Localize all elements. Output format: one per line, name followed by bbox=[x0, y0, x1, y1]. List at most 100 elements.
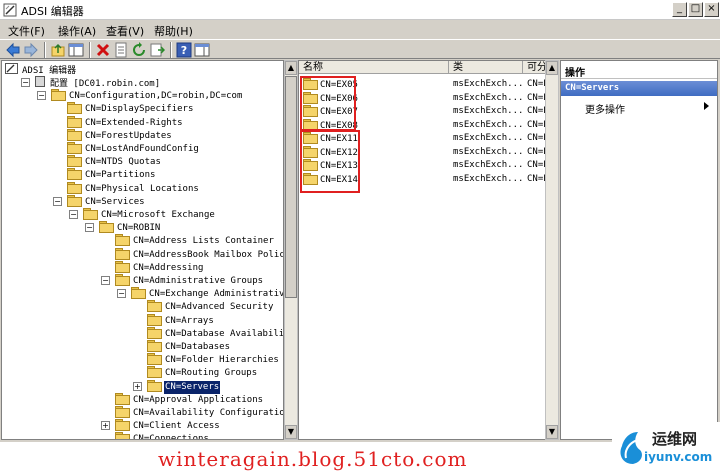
tree-node-label: CN=Servers bbox=[164, 380, 221, 394]
folder-icon bbox=[147, 366, 162, 379]
folder-icon bbox=[147, 340, 162, 352]
folder-icon bbox=[115, 274, 130, 286]
tree-node[interactable]: CN=AddressBook Mailbox Policies bbox=[115, 247, 283, 261]
tree-node[interactable]: CN=Exchange Administrative Gro bbox=[131, 287, 283, 300]
tree-node[interactable]: CN=Arrays bbox=[147, 313, 215, 327]
tree-node-label: CN=Address Lists Container bbox=[133, 236, 274, 247]
toolbar-separator bbox=[170, 42, 172, 58]
scroll-down-icon[interactable]: ▼ bbox=[546, 425, 558, 439]
show-hide-action-pane-icon[interactable] bbox=[194, 42, 210, 58]
logo-text-cn: 运维网 bbox=[652, 430, 698, 448]
tree-node[interactable]: CN=LostAndFoundConfig bbox=[67, 142, 200, 155]
tree-node[interactable]: CN=Advanced Security bbox=[147, 300, 274, 313]
collapse-icon[interactable]: − bbox=[21, 78, 30, 87]
tree-node-label: CN=Arrays bbox=[165, 315, 214, 326]
submenu-arrow-icon[interactable] bbox=[704, 102, 709, 110]
tree-pane[interactable]: ADSI 编辑器 − 配置 [DC01.robin.com] − CN=Configu… bbox=[1, 60, 284, 440]
tree-node-label: CN=Routing Groups bbox=[165, 368, 258, 379]
scroll-up-icon[interactable]: ▲ bbox=[546, 61, 558, 75]
toolbar-separator bbox=[44, 42, 46, 58]
list-cell-dn: CN=EXC bbox=[527, 92, 547, 103]
tree-node[interactable]: CN=Extended-Rights bbox=[67, 115, 184, 129]
highlight-box-group-2 bbox=[300, 130, 360, 193]
tree-node[interactable]: CN=Client Access bbox=[115, 419, 221, 432]
collapse-icon[interactable]: − bbox=[117, 289, 126, 299]
actions-section-servers[interactable]: CN=Servers bbox=[561, 81, 717, 96]
minimize-button[interactable]: _ bbox=[672, 2, 687, 17]
scroll-up-icon[interactable]: ▲ bbox=[285, 61, 297, 75]
tree-node[interactable]: CN=Folder Hierarchies bbox=[147, 353, 280, 366]
tree-node-label: CN=Database Availability Gr bbox=[165, 328, 284, 339]
collapse-icon[interactable]: − bbox=[37, 91, 46, 101]
tree-node[interactable]: CN=Databases bbox=[147, 340, 231, 353]
help-icon[interactable]: ? bbox=[176, 42, 192, 58]
back-icon[interactable] bbox=[5, 42, 21, 58]
collapse-icon[interactable]: − bbox=[53, 196, 62, 206]
scroll-thumb[interactable] bbox=[285, 76, 297, 298]
collapse-icon[interactable]: − bbox=[69, 210, 78, 219]
tree-node[interactable]: CN=ForestUpdates bbox=[67, 128, 173, 142]
scroll-down-icon[interactable]: ▼ bbox=[285, 425, 297, 439]
folder-icon bbox=[67, 115, 82, 128]
list-scrollbar[interactable]: ▲ ▼ bbox=[545, 60, 559, 440]
tree-node[interactable]: CN=Database Availability Gr bbox=[147, 326, 284, 340]
tree-node[interactable]: CN=Connections bbox=[115, 432, 210, 440]
delete-icon[interactable] bbox=[95, 42, 111, 58]
folder-icon bbox=[115, 234, 130, 247]
menu-help[interactable]: 帮助(H) bbox=[154, 23, 193, 39]
list-pane[interactable]: 名称 类 可分辨 CN=EX05msExchExch...CN=EXCCN=EX… bbox=[298, 60, 558, 440]
tree-node[interactable]: CN=Administrative Groups bbox=[115, 274, 264, 287]
expand-icon[interactable]: + bbox=[101, 421, 110, 431]
tree-node-label: CN=Partitions bbox=[85, 170, 156, 181]
highlight-box-group-1 bbox=[300, 76, 356, 131]
refresh-icon[interactable] bbox=[131, 42, 147, 58]
up-folder-icon[interactable] bbox=[50, 42, 66, 58]
folder-icon bbox=[115, 247, 130, 260]
maximize-button[interactable]: □ bbox=[688, 2, 703, 17]
collapse-icon[interactable]: − bbox=[101, 276, 110, 285]
column-header-name[interactable]: 名称 bbox=[299, 61, 449, 74]
collapse-icon[interactable]: − bbox=[85, 223, 94, 233]
folder-icon bbox=[147, 353, 162, 366]
export-list-icon[interactable] bbox=[149, 42, 165, 58]
tree-node[interactable]: 配置 [DC01.robin.com] bbox=[35, 76, 161, 89]
folder-icon bbox=[147, 379, 162, 392]
adsi-editor-icon bbox=[3, 3, 17, 17]
folder-icon bbox=[115, 260, 130, 273]
tree-node-label: CN=Administrative Groups bbox=[133, 276, 264, 286]
tree-node[interactable]: CN=Availability Configuration bbox=[115, 406, 284, 419]
watermark-text: winteragain.blog.51cto.com bbox=[158, 447, 468, 471]
tree-node[interactable]: CN=Microsoft Exchange bbox=[83, 208, 216, 221]
list-cell-dn: CN=EX1 bbox=[527, 160, 547, 170]
tree-node[interactable]: CN=Routing Groups bbox=[147, 366, 258, 379]
tree-root[interactable]: ADSI 编辑器 bbox=[5, 63, 77, 76]
forward-icon[interactable] bbox=[23, 42, 39, 58]
tree-node[interactable]: CN=Services bbox=[67, 194, 146, 208]
tree-node[interactable]: CN=Addressing bbox=[115, 260, 204, 274]
folder-icon bbox=[67, 181, 82, 194]
tree-node[interactable]: CN=Address Lists Container bbox=[115, 234, 275, 247]
tree-node[interactable]: CN=Physical Locations bbox=[67, 181, 200, 195]
tree-node[interactable]: CN=Configuration,DC=robin,DC=com bbox=[51, 89, 243, 102]
menu-view[interactable]: 查看(V) bbox=[106, 23, 144, 39]
tree-node[interactable]: CN=DisplaySpecifiers bbox=[67, 102, 194, 115]
tree-node-label: CN=Connections bbox=[133, 434, 209, 440]
expand-icon[interactable]: + bbox=[133, 381, 142, 391]
tree-node-label: CN=Availability Configuration bbox=[133, 408, 284, 418]
show-hide-tree-icon[interactable] bbox=[68, 42, 84, 58]
tree-node[interactable]: CN=NTDS Quotas bbox=[67, 155, 162, 168]
more-actions-item[interactable]: 更多操作 bbox=[585, 101, 625, 116]
column-header-class[interactable]: 类 bbox=[449, 61, 523, 74]
tree-node-label: CN=Advanced Security bbox=[165, 302, 274, 313]
tree-node-selected[interactable]: CN=Servers bbox=[147, 379, 221, 394]
tree-scrollbar[interactable]: ▲ ▼ bbox=[284, 60, 298, 440]
tree-node[interactable]: CN=Partitions bbox=[67, 168, 156, 181]
tree-node[interactable]: CN=ROBIN bbox=[99, 221, 161, 234]
site-logo: 运维网 iyunv.com bbox=[612, 422, 720, 471]
menu-action[interactable]: 操作(A) bbox=[58, 23, 96, 39]
folder-icon bbox=[83, 208, 98, 220]
properties-icon[interactable] bbox=[113, 42, 129, 58]
menu-file[interactable]: 文件(F) bbox=[8, 23, 45, 39]
tree-node[interactable]: CN=Approval Applications bbox=[115, 392, 264, 406]
close-button[interactable]: × bbox=[704, 2, 719, 17]
